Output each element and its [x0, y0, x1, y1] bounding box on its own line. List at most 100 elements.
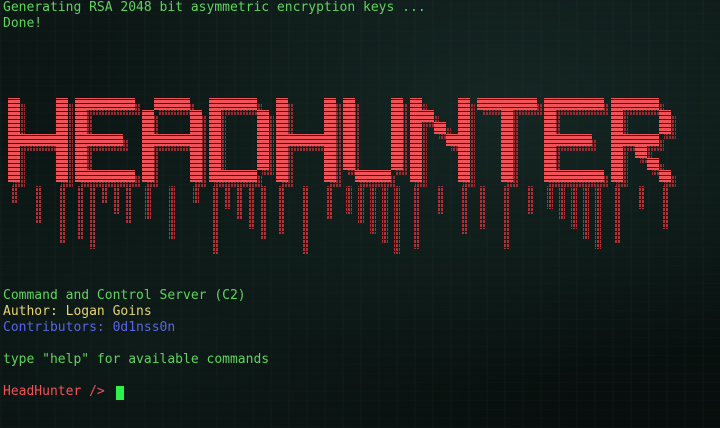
- banner-letter-block: [568, 134, 580, 146]
- banner-letter-block: [123, 170, 135, 182]
- banner-letter-block: [355, 170, 367, 182]
- banner-letter-block: [75, 110, 87, 122]
- banner-drip: [370, 186, 376, 234]
- banner-letter-block: [300, 134, 312, 146]
- banner-letter-block: [422, 110, 434, 122]
- banner-drip: [394, 186, 400, 254]
- banner-letter-block: [324, 110, 336, 122]
- banner-drip: [638, 186, 644, 209]
- block-cursor-icon[interactable]: [116, 386, 124, 400]
- banner-letter-block: [343, 110, 355, 122]
- banner-letter-block: [276, 122, 288, 134]
- banner-letter-block: [647, 158, 659, 170]
- banner-drip: [212, 186, 218, 254]
- banner-letter-block: [44, 134, 56, 146]
- banner-letter-block: [501, 110, 513, 122]
- banner-letter-block: [458, 122, 470, 134]
- banner-letter-block: [544, 146, 556, 158]
- banner-letter-block: [623, 98, 635, 110]
- banner-drip: [193, 186, 199, 204]
- banner-drip: [480, 186, 486, 229]
- banner-letter-block: [312, 134, 324, 146]
- banner-drip: [11, 186, 17, 204]
- banner-letter-block: [410, 146, 422, 158]
- banner-letter-block: [257, 110, 269, 122]
- banner-letter-block: [379, 170, 391, 182]
- banner-letter-block: [324, 158, 336, 170]
- command-prompt[interactable]: HeadHunter />: [3, 384, 113, 400]
- banner-letter-block: [87, 98, 99, 110]
- banner-letter-block: [324, 146, 336, 158]
- banner-letter-block: [166, 98, 178, 110]
- banner-letter-block: [276, 134, 288, 146]
- banner-drip: [382, 186, 388, 244]
- banner-letter-block: [580, 98, 592, 110]
- banner-letter-block: [56, 146, 68, 158]
- banner-letter-block: [580, 134, 592, 146]
- banner-drip: [595, 186, 601, 249]
- banner-letter-block: [458, 158, 470, 170]
- banner-drip: [102, 186, 108, 204]
- terminal-window[interactable]: Generating RSA 2048 bit asymmetric encry…: [0, 0, 720, 428]
- banner-letter-block: [458, 170, 470, 182]
- banner-letter-block: [56, 110, 68, 122]
- banner-letter-block: [458, 134, 470, 146]
- banner-letter-block: [190, 170, 202, 182]
- banner-letter-block: [87, 170, 99, 182]
- banner-drip: [35, 186, 41, 224]
- banner-letter-block: [8, 122, 20, 134]
- banner-letter-block: [343, 146, 355, 158]
- keygen-status-line: Generating RSA 2048 bit asymmetric encry…: [3, 0, 426, 15]
- banner-letter-block: [343, 98, 355, 110]
- banner-letter-block: [544, 122, 556, 134]
- banner-letter-block: [233, 170, 245, 182]
- banner-letter-block: [178, 134, 190, 146]
- banner-drip: [327, 186, 333, 219]
- banner-letter-block: [209, 98, 221, 110]
- banner-drip: [614, 186, 620, 244]
- banner-letter-block: [245, 170, 257, 182]
- banner-letter-block: [111, 170, 123, 182]
- banner-letter-block: [544, 158, 556, 170]
- banner-letter-block: [324, 134, 336, 146]
- banner-letter-block: [154, 134, 166, 146]
- banner-drip: [169, 186, 175, 239]
- banner-letter-block: [343, 158, 355, 170]
- banner-letter-block: [659, 122, 671, 134]
- banner-letter-block: [276, 170, 288, 182]
- banner-letter-block: [75, 170, 87, 182]
- banner-letter-block: [99, 134, 111, 146]
- banner-letter-block: [391, 134, 403, 146]
- banner-letter-block: [8, 158, 20, 170]
- banner-letter-block: [245, 98, 257, 110]
- banner-letter-block: [367, 170, 379, 182]
- banner-drip: [559, 186, 565, 219]
- banner-letter-block: [458, 98, 470, 110]
- banner-letter-block: [221, 98, 233, 110]
- banner-letter-block: [288, 134, 300, 146]
- banner-letter-block: [611, 170, 623, 182]
- banner-letter-block: [410, 170, 422, 182]
- banner-letter-block: [209, 122, 221, 134]
- banner-letter-block: [8, 98, 20, 110]
- banner-letter-block: [458, 110, 470, 122]
- banner-letter-block: [56, 158, 68, 170]
- banner-drip: [583, 186, 589, 239]
- banner-letter-block: [647, 98, 659, 110]
- banner-letter-block: [391, 98, 403, 110]
- banner-letter-block: [190, 110, 202, 122]
- banner-letter-block: [611, 110, 623, 122]
- banner-letter-block: [410, 122, 422, 134]
- banner-letter-block: [324, 122, 336, 134]
- banner-letter-block: [611, 122, 623, 134]
- banner-letter-block: [501, 146, 513, 158]
- banner-drip: [571, 186, 577, 229]
- banner-letter-block: [391, 110, 403, 122]
- banner-drip: [358, 186, 364, 224]
- banner-drip: [145, 186, 151, 219]
- banner-letter-block: [142, 170, 154, 182]
- banner-letter-block: [142, 134, 154, 146]
- banner-letter-block: [647, 134, 659, 146]
- banner-letter-block: [111, 98, 123, 110]
- banner-drip: [236, 186, 242, 219]
